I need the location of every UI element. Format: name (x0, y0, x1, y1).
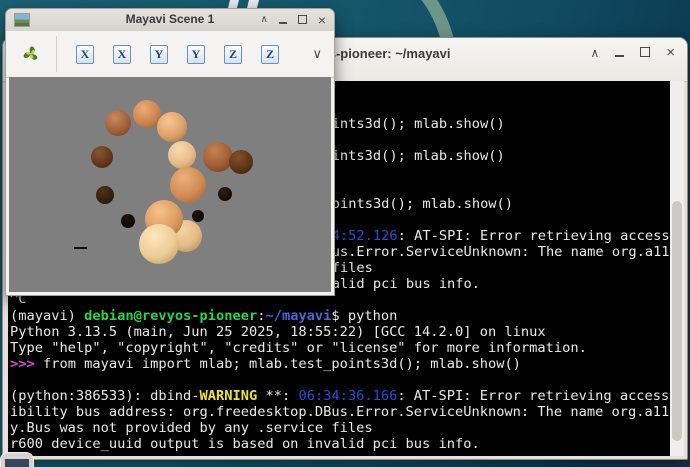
sphere (91, 146, 113, 168)
mayavi-logo-icon (23, 46, 38, 60)
view-y-plus-button[interactable]: Y (150, 44, 168, 64)
wallpaper-logo-fragment (228, 0, 239, 8)
terminal-line: ints3d(); mlab.show() (331, 116, 505, 132)
chevron-up-icon: ∧ (590, 46, 600, 60)
view-y-minus-button[interactable]: Y (187, 44, 205, 64)
minimize-button[interactable] (278, 11, 287, 29)
scrollbar-thumb[interactable] (672, 201, 682, 441)
mayavi-titlebar[interactable]: Mayavi Scene 1 ∧ × (6, 9, 334, 32)
terminal-line: Python 3.13.5 (main, Jun 25 2025, 18:55:… (10, 324, 546, 340)
sphere (96, 186, 114, 204)
sphere (203, 142, 233, 172)
terminal-line: (python:386533): dbind-WARNING **: 06:34… (10, 388, 670, 404)
minimize-button[interactable] (615, 44, 625, 62)
terminal-line: us.Error.ServiceUnknown: The name org.a1… (331, 244, 670, 260)
sphere (139, 224, 179, 264)
sphere (157, 112, 187, 142)
terminal-line: y.Bus was not provided by any .service f… (10, 420, 373, 436)
terminal-line: Type "help", "copyright", "credits" or "… (10, 340, 587, 356)
terminal-line: ibility bus address: org.freedesktop.DBu… (10, 404, 670, 420)
minimize-icon (278, 12, 287, 24)
chevron-down-icon: ∨ (312, 46, 322, 61)
background-window-icon (5, 459, 29, 467)
sphere (192, 210, 204, 222)
maximize-button[interactable] (640, 44, 651, 62)
terminal-line: ints3d(); mlab.show() (331, 148, 505, 164)
axis-indicator (74, 247, 87, 249)
terminal-scrollbar[interactable] (670, 81, 684, 456)
shade-button[interactable]: ∧ (260, 11, 267, 29)
background-window-corner[interactable] (0, 452, 34, 467)
wallpaper-logo-fragment (247, 0, 259, 8)
toolbar-overflow-button[interactable]: ∨ (312, 46, 322, 62)
view-x-minus-button[interactable]: X (113, 44, 131, 64)
sphere (105, 110, 131, 136)
sphere (168, 141, 196, 169)
maximize-icon (640, 47, 651, 57)
close-icon: × (666, 44, 675, 61)
sphere (229, 150, 253, 174)
terminal-line: >>> from mayavi import mlab; mlab.test_p… (10, 356, 521, 372)
mayavi-window: Mayavi Scene 1 ∧ × X X Y Y Z Z ∨ (5, 8, 335, 296)
sphere (121, 214, 135, 228)
close-icon: × (317, 12, 326, 28)
terminal-line: points3d(); mlab.show() (323, 196, 514, 212)
shade-button[interactable]: ∧ (590, 44, 599, 62)
terminal-line: 4:52.126: AT-SPI: Error retrieving acces… (331, 228, 670, 244)
terminal-line: alid pci bus info. (331, 276, 481, 292)
view-x-plus-button[interactable]: X (76, 44, 94, 64)
maximize-icon (297, 15, 307, 24)
desktop: debian@revyos-pioneer: ~/mayavi ∧ × ints… (0, 0, 690, 467)
minimize-icon (615, 45, 625, 57)
terminal-line: files (331, 260, 373, 276)
sphere (170, 167, 206, 203)
chevron-up-icon: ∧ (260, 14, 268, 25)
mayavi-toolbar: X X Y Y Z Z ∨ (6, 31, 334, 78)
close-button[interactable]: × (318, 11, 326, 29)
maximize-button[interactable] (297, 11, 307, 29)
toolbar-separator (56, 36, 57, 72)
sphere (218, 187, 232, 201)
mayavi-3d-scene[interactable] (9, 77, 331, 292)
terminal-line: r600 device_uuid output is based on inva… (10, 436, 480, 452)
wallpaper-swirl-curve (421, 0, 455, 40)
view-z-minus-button[interactable]: Z (261, 44, 279, 64)
close-button[interactable]: × (666, 44, 675, 62)
terminal-line: (mayavi) debian@revyos-pioneer:~/mayavi$… (10, 308, 398, 324)
view-z-plus-button[interactable]: Z (224, 44, 242, 64)
